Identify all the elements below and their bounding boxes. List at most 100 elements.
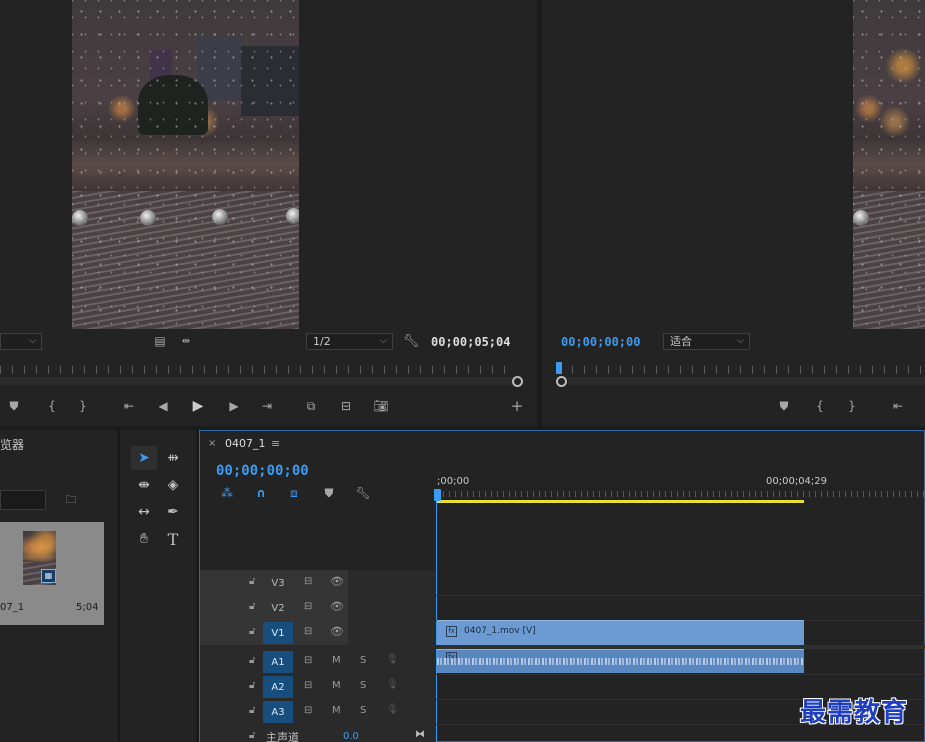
audio-clip[interactable]: fx bbox=[437, 649, 804, 673]
timeline-time-ruler[interactable] bbox=[437, 491, 925, 497]
program-playhead-marker[interactable] bbox=[556, 362, 562, 374]
video-clip[interactable]: fx 0407_1.mov [V] bbox=[437, 620, 804, 645]
timeline-playhead-timecode[interactable]: 00;00;00;00 bbox=[216, 463, 309, 479]
overwrite-icon[interactable]: ⊟ bbox=[336, 398, 356, 414]
lock-icon[interactable]: 🔓︎ bbox=[249, 730, 255, 741]
track-v3-label[interactable]: V3 bbox=[263, 572, 293, 594]
source-monitor-panel: ⌵ ▤ ⇹ 1/2 ⌵ 🔧︎ 00;00;05;04 ⛊ { } ⇤ ◀︎ ▶︎ … bbox=[0, 0, 537, 426]
project-panel: 览器 🗀︎ ▦ 07_1 5;04 bbox=[0, 430, 117, 742]
mark-out-icon[interactable]: } bbox=[75, 398, 91, 414]
timeline-settings-wrench-icon[interactable]: 🔧︎ bbox=[354, 485, 372, 501]
lock-icon[interactable]: 🔓︎ bbox=[249, 655, 255, 666]
camera-icon[interactable]: 📷︎ bbox=[372, 398, 390, 414]
type-tool[interactable]: T bbox=[160, 527, 186, 551]
slip-tool[interactable]: ↔ bbox=[131, 500, 157, 524]
eye-icon[interactable]: 👁︎ bbox=[330, 575, 344, 588]
sequence-tab[interactable]: 0407_1 bbox=[225, 437, 266, 450]
program-mark-out-icon[interactable]: } bbox=[844, 398, 860, 414]
clip-thumbnail-card[interactable]: ▦ 07_1 5;04 bbox=[0, 522, 104, 625]
clip-name: 07_1 bbox=[0, 602, 25, 613]
lock-icon[interactable]: 🔓︎ bbox=[249, 601, 255, 612]
ripple-edit-tool[interactable]: ⇼ bbox=[131, 473, 157, 497]
sync-lock-icon[interactable]: ⊟ bbox=[304, 680, 312, 691]
master-end-icon[interactable]: ⧓ bbox=[415, 729, 425, 740]
mute-button[interactable]: M bbox=[332, 705, 341, 716]
microphone-icon[interactable]: 🎙︎ bbox=[386, 704, 399, 715]
waveform-icon[interactable]: ⇹ bbox=[177, 333, 195, 349]
go-to-out-icon[interactable]: ⇥ bbox=[258, 398, 276, 414]
track-v2-label[interactable]: V2 bbox=[263, 597, 293, 619]
hand-tool[interactable]: ✋︎ bbox=[131, 527, 157, 551]
timeline-marker-icon[interactable]: ⛊ bbox=[320, 485, 338, 501]
step-forward-icon[interactable]: ▶︎ bbox=[226, 398, 242, 414]
microphone-icon[interactable]: 🎙︎ bbox=[386, 654, 399, 665]
sync-lock-icon[interactable]: ⊟ bbox=[304, 655, 312, 666]
program-in-handle[interactable] bbox=[556, 376, 567, 387]
solo-button[interactable]: S bbox=[360, 705, 366, 716]
master-track-label: 主声道 bbox=[266, 731, 299, 742]
lock-icon[interactable]: 🔓︎ bbox=[249, 705, 255, 716]
step-back-icon[interactable]: ◀︎ bbox=[155, 398, 171, 414]
track-select-tool[interactable]: ⇻ bbox=[160, 446, 186, 470]
razor-tool[interactable]: ◈ bbox=[160, 473, 186, 497]
tab-menu-icon[interactable]: ≡ bbox=[271, 437, 280, 450]
solo-button[interactable]: S bbox=[360, 680, 366, 691]
film-strip-icon[interactable]: ▤ bbox=[153, 333, 167, 349]
linked-selection-icon[interactable]: ⧈ bbox=[285, 485, 303, 501]
go-to-in-icon[interactable]: ⇤ bbox=[120, 398, 138, 414]
nest-icon[interactable]: ⁂ bbox=[218, 485, 236, 501]
pen-tool[interactable]: ✒ bbox=[160, 500, 186, 524]
timeline-playhead-head[interactable] bbox=[434, 489, 441, 501]
project-panel-title[interactable]: 览器 bbox=[0, 436, 24, 453]
track-v1-label[interactable]: V1 bbox=[263, 622, 293, 644]
selection-tool[interactable]: ➤ bbox=[131, 446, 157, 470]
program-scrub-bar[interactable] bbox=[568, 377, 925, 385]
track-a1: 🔓︎ A1 ⊟ M S 🎙︎ bbox=[200, 650, 436, 675]
lock-icon[interactable]: 🔓︎ bbox=[249, 576, 255, 587]
track-v2: 🔓︎ V2 ⊟ 👁︎ bbox=[200, 596, 436, 621]
program-time-ruler[interactable] bbox=[560, 366, 925, 374]
play-icon[interactable]: ▶︎ bbox=[189, 397, 207, 415]
source-zoom-dropdown[interactable]: 1/2 ⌵ bbox=[306, 333, 393, 350]
add-button-icon[interactable]: + bbox=[509, 397, 525, 415]
new-bin-icon[interactable]: 🗀︎ bbox=[62, 491, 80, 509]
mute-button[interactable]: M bbox=[332, 680, 341, 691]
close-tab-icon[interactable]: × bbox=[208, 438, 216, 449]
add-marker-icon[interactable]: ⛊ bbox=[6, 398, 22, 414]
wrench-icon[interactable]: 🔧︎ bbox=[403, 332, 420, 350]
lock-icon[interactable]: 🔓︎ bbox=[249, 626, 255, 637]
program-playhead-timecode[interactable]: 00;00;00;00 bbox=[561, 335, 640, 349]
source-left-dropdown[interactable]: ⌵ bbox=[0, 333, 42, 350]
clip-duration: 5;04 bbox=[76, 602, 99, 613]
source-out-handle[interactable] bbox=[512, 376, 523, 387]
work-area-bar[interactable] bbox=[437, 500, 804, 503]
watermark-text: 最需教育 bbox=[800, 698, 909, 728]
microphone-icon[interactable]: 🎙︎ bbox=[386, 679, 399, 690]
audio-waveform bbox=[437, 658, 804, 665]
mark-in-icon[interactable]: { bbox=[44, 398, 60, 414]
solo-button[interactable]: S bbox=[360, 655, 366, 666]
track-a2-label[interactable]: A2 bbox=[263, 676, 293, 698]
snap-magnet-icon[interactable]: ∩ bbox=[252, 485, 270, 501]
track-a3-label[interactable]: A3 bbox=[263, 701, 293, 723]
sync-lock-icon[interactable]: ⊟ bbox=[304, 626, 312, 637]
eye-icon[interactable]: 👁︎ bbox=[330, 600, 344, 613]
program-mark-in-icon[interactable]: { bbox=[812, 398, 828, 414]
source-monitor-frame bbox=[72, 0, 299, 329]
program-add-marker-icon[interactable]: ⛊ bbox=[776, 398, 792, 414]
sync-lock-icon[interactable]: ⊟ bbox=[304, 576, 312, 587]
source-scrub-bar[interactable] bbox=[0, 377, 515, 385]
lock-icon[interactable]: 🔓︎ bbox=[249, 680, 255, 691]
track-a1-label[interactable]: A1 bbox=[263, 651, 293, 673]
sync-lock-icon[interactable]: ⊟ bbox=[304, 705, 312, 716]
fx-badge-icon: fx bbox=[446, 626, 457, 637]
sync-lock-icon[interactable]: ⊟ bbox=[304, 601, 312, 612]
eye-icon[interactable]: 👁︎ bbox=[330, 625, 344, 638]
source-time-ruler[interactable] bbox=[0, 366, 515, 374]
program-go-to-in-icon[interactable]: ⇤ bbox=[889, 398, 907, 414]
insert-icon[interactable]: ⧉ bbox=[300, 398, 322, 414]
project-search-input[interactable] bbox=[0, 490, 46, 510]
master-volume-value[interactable]: 0.0 bbox=[343, 731, 359, 742]
mute-button[interactable]: M bbox=[332, 655, 341, 666]
program-zoom-dropdown[interactable]: 适合 ⌵ bbox=[663, 333, 750, 350]
